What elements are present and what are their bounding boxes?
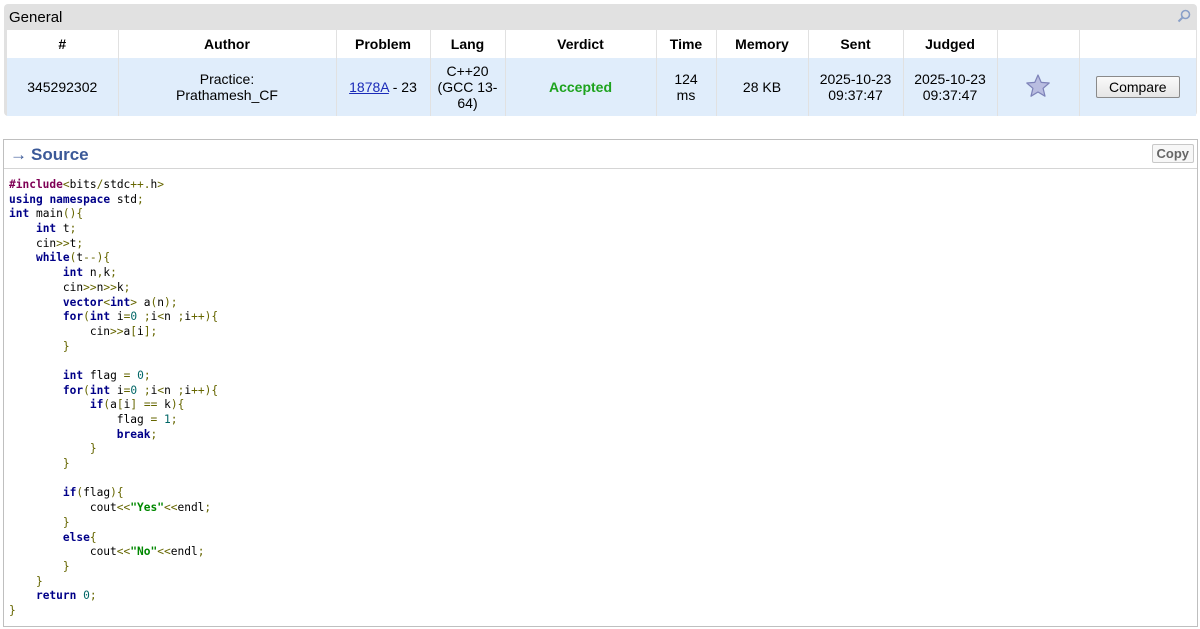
code-line: if(flag){ [62, 486, 124, 500]
code-line: for(int i=0 ;i<n ;i++){ [62, 383, 219, 397]
source-panel: → Source Copy #include<bits/stdc++.h> usin… [3, 139, 1198, 627]
code-line: cout<<"Yes"<<endl; [89, 501, 212, 515]
arrow-right-icon: → [10, 145, 27, 164]
source-code[interactable]: #include<bits/stdc++.h> using namespace s… [9, 178, 218, 619]
judged-date: 2025-10-23 [914, 71, 986, 87]
code-line: } [62, 559, 70, 573]
memory-cell: 28 KB [716, 58, 809, 116]
col-header-author: Author [118, 30, 337, 58]
col-header-lang: Lang [430, 30, 506, 58]
magnifier-icon[interactable] [1177, 9, 1191, 23]
code-line: int t; [35, 222, 77, 236]
code-line: cin>>t; [35, 236, 84, 250]
lang-line: (GCC 13- [437, 79, 498, 95]
col-header-problem: Problem [336, 30, 431, 58]
sent-date: 2025-10-23 [819, 71, 892, 87]
col-header-memory: Memory [716, 30, 809, 58]
code-line: int n,k; [62, 266, 117, 280]
code-line: else{ [62, 530, 97, 544]
col-header-favourite [997, 30, 1080, 58]
col-header-compare [1079, 30, 1196, 58]
verdict-text: Accepted [548, 79, 613, 95]
lang-line: C++20 [446, 63, 489, 79]
source-title-text: Source [31, 145, 89, 164]
col-header-id: # [7, 30, 119, 58]
author-cell: Practice: Prathamesh_CF [118, 58, 337, 116]
code-line: while(t--){ [35, 251, 111, 265]
code-line: } [62, 515, 70, 529]
code-line: } [9, 603, 16, 617]
sent-cell: 2025-10-23 09:37:47 [808, 58, 904, 116]
code-line: flag = 1; [116, 413, 178, 426]
code-line: if(a[i] == k){ [89, 398, 185, 412]
col-header-sent: Sent [808, 30, 904, 58]
code-line: for(int i=0 ;i<n ;i++){ [62, 310, 219, 324]
problem-suffix: - 23 [388, 79, 417, 95]
general-panel: General # Author Problem Lang Verdict Ti… [4, 4, 1197, 116]
copy-button[interactable]: Copy [1151, 144, 1194, 163]
code-line: } [62, 457, 70, 471]
lang-line: 64) [457, 95, 478, 111]
source-header: → Source Copy [4, 140, 1197, 169]
verdict-cell: Accepted [505, 58, 657, 116]
code-line: cout<<"No"<<endl; [89, 545, 205, 559]
code-line: return 0; [35, 589, 97, 603]
compare-cell: Compare [1079, 58, 1196, 116]
code-line: break; [116, 427, 158, 441]
table-row: 345292302 Practice: Prathamesh_CF 1878A … [7, 58, 1196, 116]
author-name: Prathamesh_CF [176, 87, 278, 103]
col-header-verdict: Verdict [505, 30, 657, 58]
general-title: General [9, 9, 63, 26]
submission-id: 345292302 [7, 58, 119, 116]
favourite-cell [997, 58, 1080, 116]
code-line: } [62, 339, 70, 353]
code-line: } [35, 574, 43, 588]
submission-table: # Author Problem Lang Verdict Time Memor… [7, 30, 1196, 116]
col-header-judged: Judged [903, 30, 998, 58]
code-line: cin>>a[i]; [89, 324, 158, 338]
problem-cell: 1878A - 23 [336, 58, 431, 116]
source-title[interactable]: → Source [10, 145, 89, 165]
judged-cell: 2025-10-23 09:37:47 [903, 58, 998, 116]
code-line: } [89, 442, 97, 456]
lang-cell: C++20 (GCC 13- 64) [430, 58, 506, 116]
code-line: using namespace std; [9, 192, 144, 206]
compare-button[interactable]: Compare [1095, 76, 1180, 98]
sent-time: 09:37:47 [828, 87, 883, 103]
judged-time: 09:37:47 [922, 87, 978, 103]
col-header-time: Time [656, 30, 717, 58]
author-prefix: Practice: [199, 71, 255, 87]
time-cell: 124 ms [656, 58, 717, 116]
code-line: int main(){ [9, 207, 84, 221]
star-icon[interactable] [1025, 73, 1051, 99]
code-line: #include<bits/stdc++.h> [9, 178, 165, 191]
table-header-row: # Author Problem Lang Verdict Time Memor… [7, 30, 1196, 58]
time-unit: ms [676, 87, 696, 103]
code-line: cin>>n>>k; [62, 280, 131, 294]
code-line: vector<int> a(n); [62, 295, 178, 309]
time-value: 124 [674, 71, 698, 87]
code-line: int flag = 0; [62, 368, 151, 382]
problem-link[interactable]: 1878A [349, 79, 389, 95]
